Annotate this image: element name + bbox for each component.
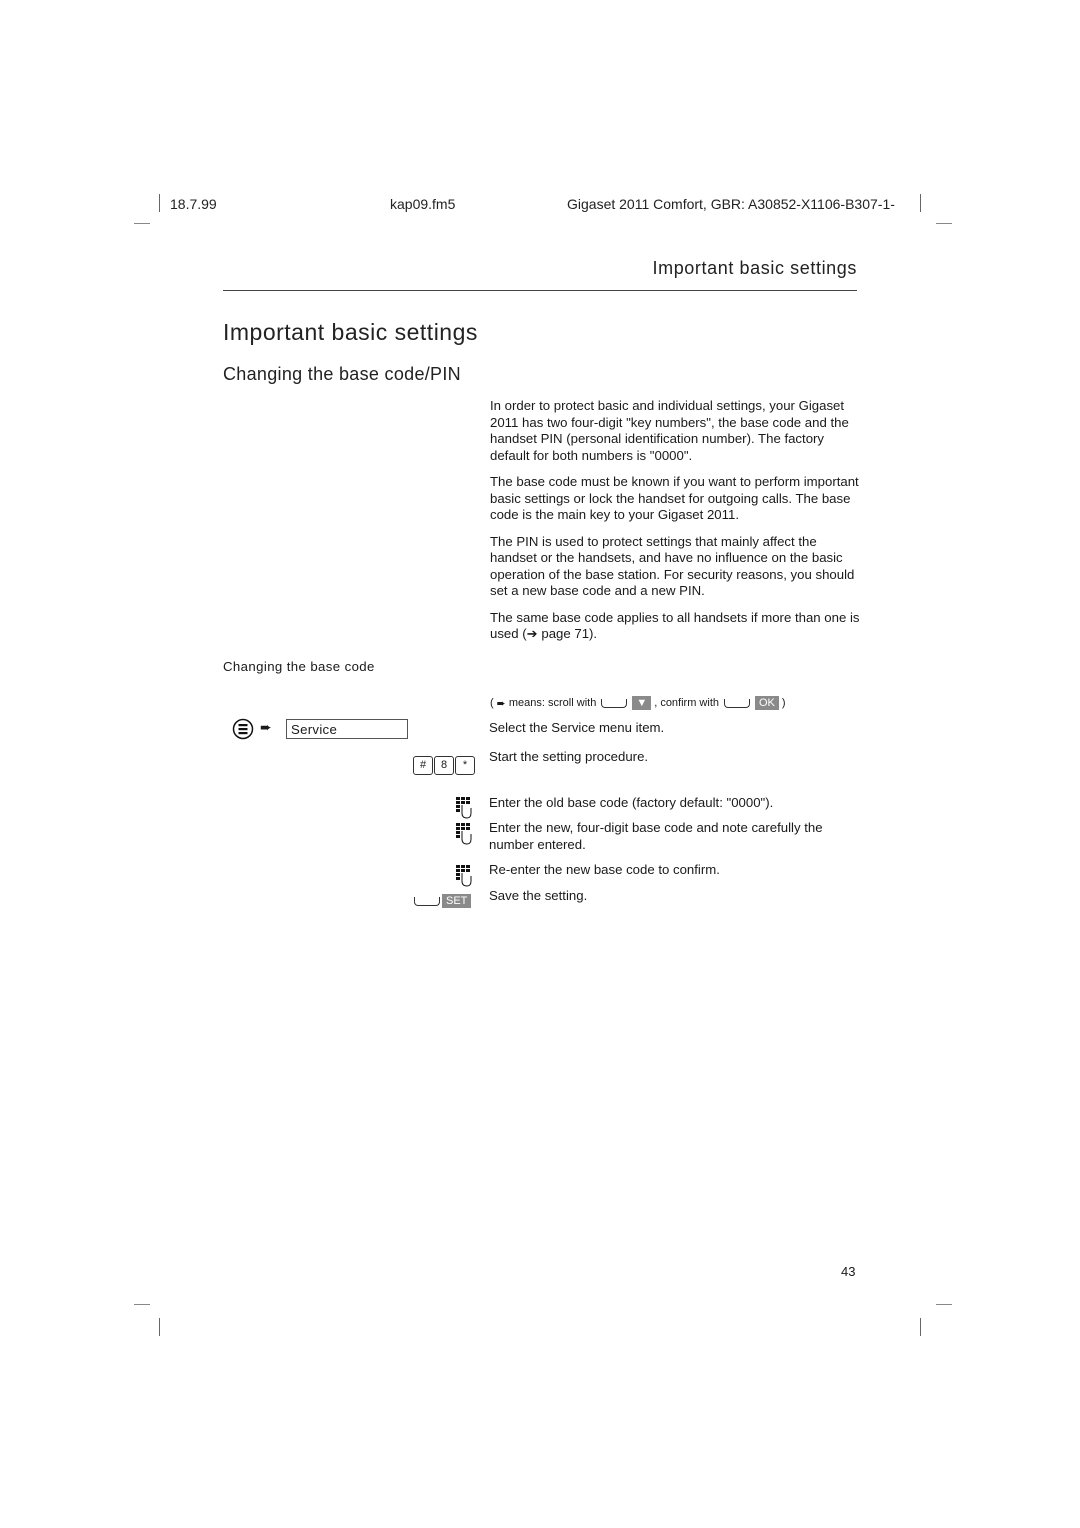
paragraph: The PIN is used to protect settings that… — [490, 533, 855, 599]
step-text: Enter the old base code (factory default… — [489, 795, 774, 810]
crop-mark — [920, 1318, 921, 1336]
crop-mark — [134, 223, 150, 224]
arrow-icon: ➨ — [496, 697, 506, 710]
keypad-icon — [456, 797, 472, 819]
softkey-icon — [414, 896, 440, 906]
legend-means: means: scroll with — [508, 697, 597, 709]
arrow-icon: ➨ — [260, 719, 272, 735]
crop-mark — [159, 1318, 160, 1336]
header-file: kap09.fm5 — [390, 196, 456, 212]
softkey-icon — [724, 698, 750, 708]
step-text: Select the Service menu item. — [489, 720, 665, 735]
step-text: Start the setting procedure. — [489, 749, 649, 764]
header-rule — [223, 290, 857, 291]
star-key[interactable]: * — [455, 756, 475, 775]
step-text: Enter the new, four-digit base code and … — [489, 820, 823, 852]
softkey-icon — [601, 698, 628, 708]
running-head: Important basic settings — [652, 258, 857, 278]
down-arrow-icon: ▼ — [632, 696, 652, 710]
intro-text: In order to protect basic and individual… — [490, 398, 860, 653]
set-softkey[interactable]: SET — [412, 894, 472, 908]
hash-key[interactable]: # — [413, 756, 433, 775]
page-title: Important basic settings — [223, 319, 478, 345]
crop-mark — [936, 1304, 952, 1305]
paragraph: In order to protect basic and individual… — [490, 398, 849, 463]
key-sequence: #8 * — [412, 755, 475, 775]
step-text: Save the setting. — [489, 888, 588, 903]
menu-key-icon — [232, 718, 254, 740]
step-text: Re-enter the new base code to confirm. — [489, 862, 720, 877]
header-product: Gigaset 2011 Comfort, GBR: A30852-X1106-… — [567, 196, 895, 212]
crop-mark — [920, 194, 921, 212]
keypad-icon — [456, 865, 472, 887]
key-8[interactable]: 8 — [434, 756, 454, 775]
keypad-icon — [456, 823, 472, 845]
section-title: Changing the base code/PIN — [223, 364, 461, 384]
legend: ( ➨ means: scroll with ▼ , confirm with … — [490, 696, 786, 710]
crop-mark — [134, 1304, 150, 1305]
menu-item-service[interactable]: Service — [286, 719, 408, 739]
page-number: 43 — [841, 1264, 856, 1279]
set-key[interactable]: SET — [442, 894, 472, 908]
legend-open: ( — [490, 697, 494, 709]
crop-mark — [159, 194, 160, 212]
ok-key: OK — [755, 696, 779, 710]
paragraph: The same base code applies to all handse… — [490, 609, 860, 642]
paragraph: The base code must be known if you want … — [490, 474, 859, 522]
crop-mark — [936, 223, 952, 224]
legend-close: ) — [781, 697, 786, 709]
legend-confirm: , confirm with — [654, 697, 719, 709]
subsection-title: Changing the base code — [223, 659, 375, 674]
header-date: 18.7.99 — [170, 196, 217, 212]
